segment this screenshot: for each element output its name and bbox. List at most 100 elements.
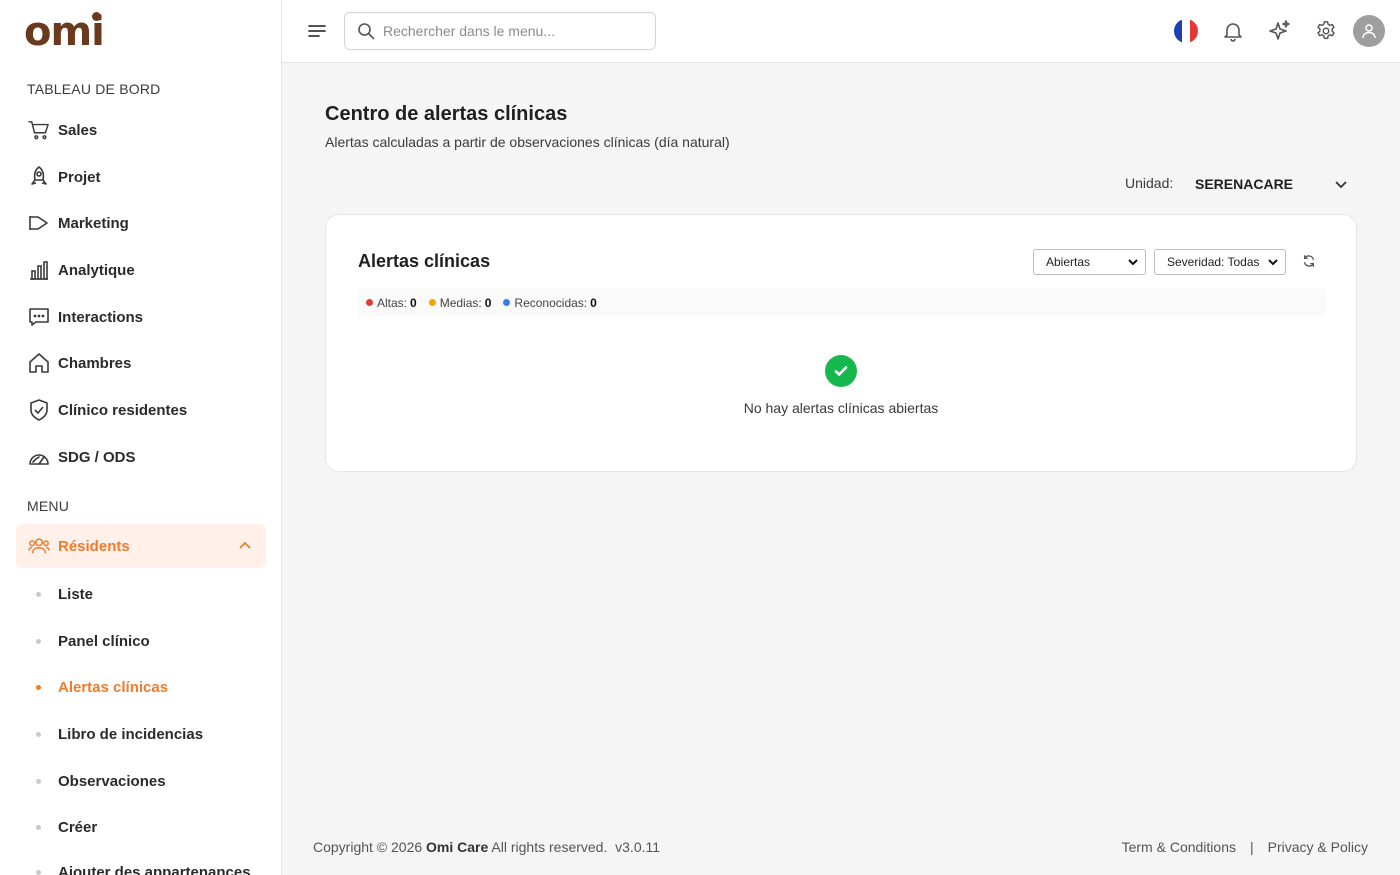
submenu-item-label: Libro de incidencias: [58, 725, 204, 743]
users-icon: [28, 535, 50, 557]
sidebar-item-sales[interactable]: Sales: [16, 108, 266, 152]
acknowledged-dot: [503, 299, 511, 306]
footer-links: Term & Conditions | Privacy & Policy: [1122, 839, 1368, 855]
summary-high-label: Altas:: [377, 295, 408, 310]
sidebar-item-label: Marketing: [58, 214, 129, 232]
cart-icon: [28, 119, 50, 141]
sidebar-item-label: SDG / ODS: [58, 448, 136, 466]
dashboard-section-title: TABLEAU DE BORD: [27, 81, 161, 97]
bullet: [36, 869, 41, 875]
sidebar-item-projet[interactable]: Projet: [16, 155, 266, 199]
bell-icon[interactable]: [1219, 17, 1247, 45]
bullet: [36, 638, 41, 644]
france-flag-icon[interactable]: [1174, 19, 1198, 43]
sparkles-icon[interactable]: [1266, 17, 1294, 45]
footer-copyright: Copyright © 2026 Omi Care All rights res…: [313, 839, 660, 855]
submenu-item-creer[interactable]: Créer: [16, 807, 266, 847]
unit-label: Unidad:: [1125, 175, 1174, 191]
empty-state-text: No hay alertas clínicas abiertas: [743, 400, 939, 416]
footer-separator: |: [1250, 839, 1254, 855]
submenu-item-label: Alertas clínicas: [58, 678, 169, 696]
menu-section-title: MENU: [27, 498, 70, 514]
bullet: [36, 684, 41, 690]
unit-value: SERENACARE: [1195, 176, 1294, 192]
check-circle-icon: [825, 355, 857, 387]
sidebar-item-interactions[interactable]: Interactions: [16, 295, 266, 339]
search-box: [344, 12, 656, 50]
severity-filter-select[interactable]: Severidad: Todas: [1154, 249, 1286, 275]
app-version: v3.0.11: [615, 839, 661, 855]
page-subtitle: Alertas calculadas a partir de observaci…: [325, 134, 730, 150]
summary-acknowledged: Reconocidas: 0: [503, 295, 597, 310]
submenu-item-libro-de-incidencias[interactable]: Libro de incidencias: [16, 714, 266, 754]
bullet: [36, 591, 41, 597]
search-input[interactable]: [383, 23, 643, 39]
sidebar-item-label: Clínico residentes: [58, 401, 188, 419]
rocket-icon: [28, 166, 50, 188]
submenu-item-ajouter-des-appartenances[interactable]: Ajouter des appartenances: [16, 852, 266, 875]
submenu-item-panel-clinico[interactable]: Panel clínico: [16, 621, 266, 661]
megaphone-icon: [28, 212, 50, 234]
shield-check-icon: [28, 399, 50, 421]
privacy-link[interactable]: Privacy & Policy: [1268, 839, 1368, 855]
high-dot: [366, 299, 373, 306]
sidebar-item-chambres[interactable]: Chambres: [16, 341, 266, 385]
status-filter-value: Abiertas: [1046, 255, 1091, 269]
sidebar-item-label: Interactions: [58, 308, 144, 326]
status-filter-select[interactable]: Abiertas: [1033, 249, 1146, 275]
sidebar-item-marketing[interactable]: Marketing: [16, 201, 266, 245]
bullet: [36, 778, 41, 784]
summary-medium-value: 0: [484, 295, 492, 310]
submenu-item-label: Liste: [58, 585, 94, 603]
logo-dot: [92, 12, 101, 21]
sidebar-item-sdg-ods[interactable]: SDG / ODS: [16, 435, 266, 479]
summary-medium-label: Medias:: [439, 295, 482, 310]
omi-logo[interactable]: omi: [24, 10, 105, 54]
chat-icon: [28, 306, 50, 328]
alerts-card: Alertas clínicas Abiertas Severidad: Tod…: [325, 214, 1357, 472]
severity-filter-value: Severidad: Todas: [1167, 255, 1260, 269]
sidebar-item-label: Résidents: [58, 537, 130, 555]
page-title: Centro de alertas clínicas: [325, 103, 568, 125]
card-title: Alertas clínicas: [358, 251, 491, 271]
sidebar-item-label: Sales: [58, 121, 98, 139]
summary-high-value: 0: [410, 295, 417, 310]
sidebar-item-label: Chambres: [58, 354, 132, 372]
bullet: [36, 731, 41, 737]
home-icon: [28, 352, 50, 374]
sidebar: omi TABLEAU DE BORD Sales Projet Marketi…: [0, 0, 282, 875]
company-name: Omi Care: [426, 839, 489, 855]
bar-chart-icon: [28, 259, 50, 281]
submenu-item-label: Créer: [58, 818, 98, 836]
summary-acknowledged-label: Reconocidas:: [514, 295, 588, 310]
menu-icon[interactable]: [306, 20, 328, 42]
gear-icon[interactable]: [1312, 17, 1340, 45]
gauge-icon: [28, 446, 50, 468]
summary-acknowledged-value: 0: [590, 295, 597, 310]
submenu-item-label: Panel clínico: [58, 632, 150, 650]
sidebar-item-clinico-residentes[interactable]: Clínico residentes: [16, 388, 266, 432]
refresh-icon[interactable]: [1302, 254, 1318, 270]
summary-high: Altas: 0: [366, 296, 417, 310]
chevron-down-icon: [1333, 176, 1349, 197]
medium-dot: [428, 299, 436, 306]
submenu-item-observaciones[interactable]: Observaciones: [16, 761, 266, 801]
submenu-item-label: Observaciones: [58, 772, 166, 790]
top-bar: [282, 0, 1400, 63]
search-icon: [357, 22, 375, 40]
chevron-down-icon: [1267, 256, 1279, 271]
summary-medium: Medias: 0: [428, 295, 492, 310]
submenu-item-alertas-clinicas[interactable]: Alertas clínicas: [16, 667, 266, 707]
sidebar-item-residents[interactable]: Résidents: [16, 524, 266, 568]
copyright-rights: All rights reserved.: [491, 839, 608, 855]
terms-link[interactable]: Term & Conditions: [1122, 839, 1236, 855]
user-avatar-icon[interactable]: [1353, 15, 1385, 47]
sidebar-item-label: Projet: [58, 168, 101, 186]
sidebar-item-label: Analytique: [58, 261, 135, 279]
copyright-prefix: Copyright © 2026: [313, 839, 423, 855]
submenu-item-liste[interactable]: Liste: [16, 574, 266, 614]
alerts-summary: Altas: 0 Medias: 0 Reconocidas: 0: [357, 289, 1326, 316]
bullet: [36, 824, 41, 830]
unit-select[interactable]: SERENACARE: [1195, 172, 1355, 196]
sidebar-item-analytique[interactable]: Analytique: [16, 248, 266, 292]
